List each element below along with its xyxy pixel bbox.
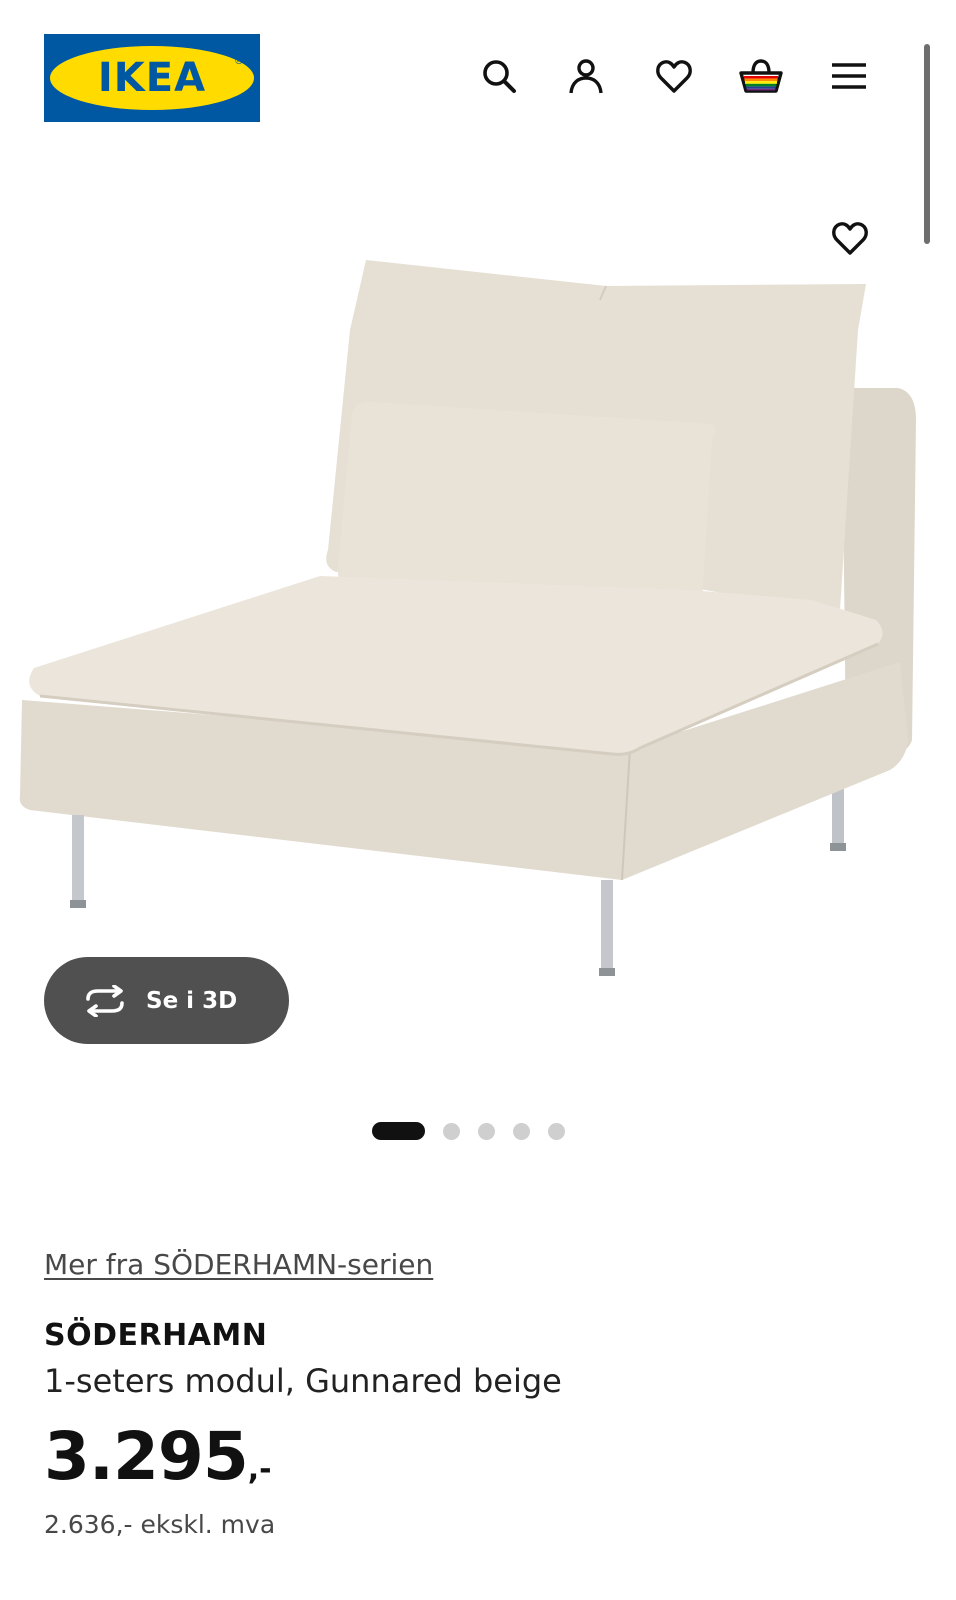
menu-icon [832, 63, 866, 89]
save-favourite-button[interactable] [826, 214, 874, 262]
user-icon [569, 59, 603, 94]
gallery-pagination [372, 1122, 583, 1140]
series-link[interactable]: Mer fra SÖDERHAMN-serien [44, 1248, 433, 1281]
product-image[interactable] [0, 250, 956, 990]
account-button[interactable] [562, 52, 610, 100]
ikea-logo[interactable]: IKEA ® [44, 34, 260, 122]
leg-front-left [72, 815, 84, 905]
gallery-dot[interactable] [513, 1122, 530, 1140]
search-button[interactable] [475, 52, 523, 100]
product-description: 1-seters modul, Gunnared beige [44, 1362, 562, 1400]
price-amount: 3.295 [44, 1418, 249, 1495]
favourites-button[interactable] [650, 52, 698, 100]
search-icon [483, 60, 516, 93]
top-header: IKEA ® [0, 0, 956, 150]
price-suffix: ,- [247, 1452, 272, 1487]
scrollbar[interactable] [924, 44, 930, 244]
logo-oval: IKEA [50, 46, 254, 110]
menu-button[interactable] [825, 52, 873, 100]
product-price: 3.295,- [44, 1418, 272, 1495]
gallery-dot[interactable] [443, 1122, 460, 1140]
gallery-dot[interactable] [478, 1122, 495, 1140]
heart-icon [656, 60, 692, 93]
gallery-dot[interactable] [548, 1122, 565, 1140]
price-excluding-vat: 2.636,- ekskl. mva [44, 1510, 276, 1539]
logo-text: IKEA [97, 55, 207, 101]
basket-button[interactable] [737, 52, 785, 100]
basket-icon [739, 59, 783, 93]
heart-icon [832, 222, 868, 255]
gallery-dot[interactable] [372, 1122, 425, 1140]
logo-registered-mark: ® [234, 56, 244, 67]
view-3d-button[interactable]: Se i 3D [44, 957, 289, 1044]
leg-front-right [601, 880, 613, 972]
view-3d-label: Se i 3D [146, 987, 238, 1014]
rotate-3d-icon [86, 984, 124, 1017]
product-name: SÖDERHAMN [44, 1318, 268, 1353]
